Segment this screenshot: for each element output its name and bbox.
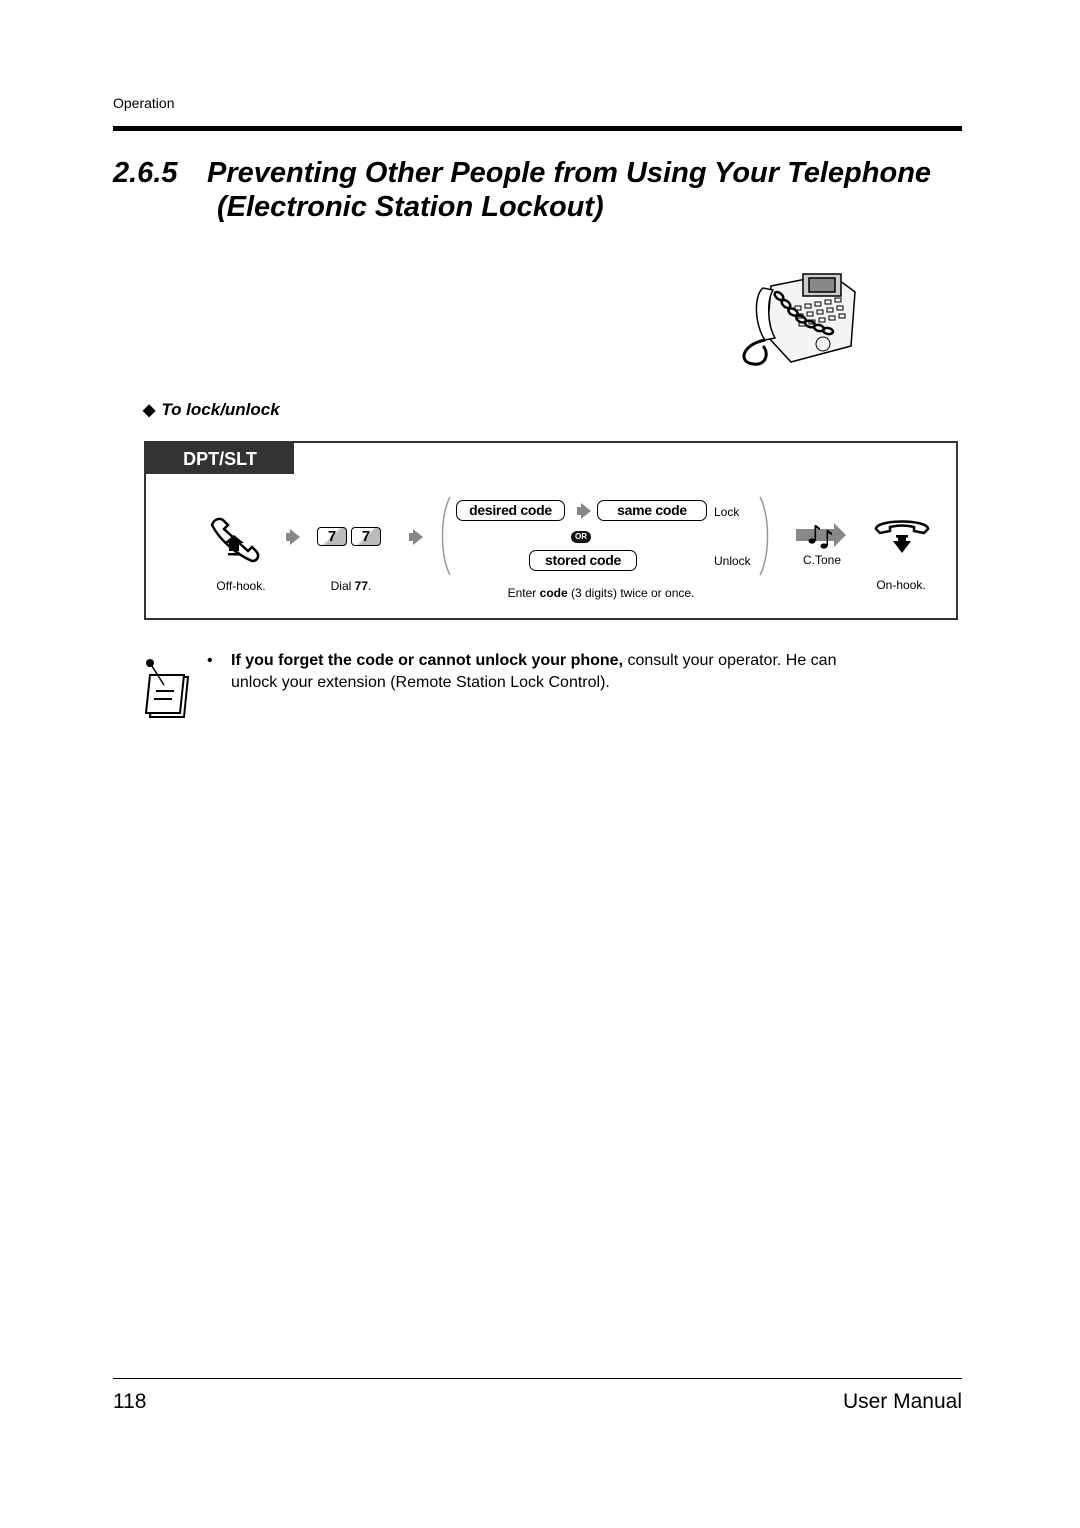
- or-badge: OR: [571, 531, 591, 543]
- footer-rule: [113, 1378, 962, 1379]
- procedure-tab-label: DPT/SLT: [146, 443, 294, 474]
- desired-code-box: desired code: [456, 500, 565, 521]
- procedure-box: DPT/SLT Off-hook. 7 7 Dial 77. desired c…: [144, 441, 958, 620]
- enter-suffix: (3 digits) twice or once.: [567, 586, 695, 600]
- confirmation-tone-icon: [796, 523, 846, 549]
- page-title: 2.6.5 Preventing Other People from Using …: [113, 156, 931, 224]
- subheading-text: To lock/unlock: [161, 400, 280, 419]
- note-text-line1: consult your operator. He can: [623, 652, 837, 669]
- subheading: ◆ To lock/unlock: [143, 400, 280, 420]
- lock-label: Lock: [714, 505, 740, 519]
- stored-code-box: stored code: [529, 550, 637, 571]
- same-code-box: same code: [597, 500, 707, 521]
- diamond-bullet-icon: ◆: [143, 402, 156, 419]
- note-text-line2: unlock your extension (Remote Station Lo…: [231, 674, 610, 691]
- note-text: • If you forget the code or cannot unlock…: [207, 650, 937, 694]
- locked-telephone-icon: [742, 273, 856, 366]
- next-arrow-icon: [577, 503, 591, 519]
- page-number: 118: [113, 1390, 147, 1413]
- note-bullet: •: [207, 652, 213, 669]
- step-label-c-tone: C.Tone: [802, 553, 842, 567]
- key-7-button: 7: [351, 527, 381, 546]
- step-label-dial: Dial 77.: [321, 579, 381, 593]
- left-bracket: [441, 496, 451, 576]
- note-bold-text: If you forget the code or cannot unlock …: [231, 652, 624, 669]
- next-arrow-icon: [286, 529, 300, 545]
- off-hook-icon: [210, 517, 260, 563]
- section-number: 2.6.5: [113, 157, 178, 189]
- unlock-label: Unlock: [714, 554, 751, 568]
- step-label-enter-code: Enter code (3 digits) twice or once.: [476, 586, 726, 600]
- key-7-button: 7: [317, 527, 347, 546]
- note-pad-icon: [144, 659, 190, 718]
- enter-code-bold: code: [539, 586, 568, 600]
- title-line-1: Preventing Other People from Using Your …: [207, 157, 932, 189]
- title-line-2: (Electronic Station Lockout): [217, 191, 604, 223]
- on-hook-icon: [874, 520, 930, 553]
- section-header-label: Operation: [113, 95, 175, 111]
- dial-suffix: .: [368, 579, 372, 593]
- dial-prefix: Dial: [330, 579, 355, 593]
- header-rule: [113, 126, 962, 131]
- footer-title: User Manual: [842, 1390, 962, 1413]
- step-label-on-hook: On-hook.: [876, 578, 926, 592]
- step-label-off-hook: Off-hook.: [216, 579, 266, 593]
- next-arrow-icon: [409, 529, 423, 545]
- enter-prefix: Enter: [507, 586, 540, 600]
- right-bracket: [759, 496, 769, 576]
- dial-number: 77: [354, 579, 369, 593]
